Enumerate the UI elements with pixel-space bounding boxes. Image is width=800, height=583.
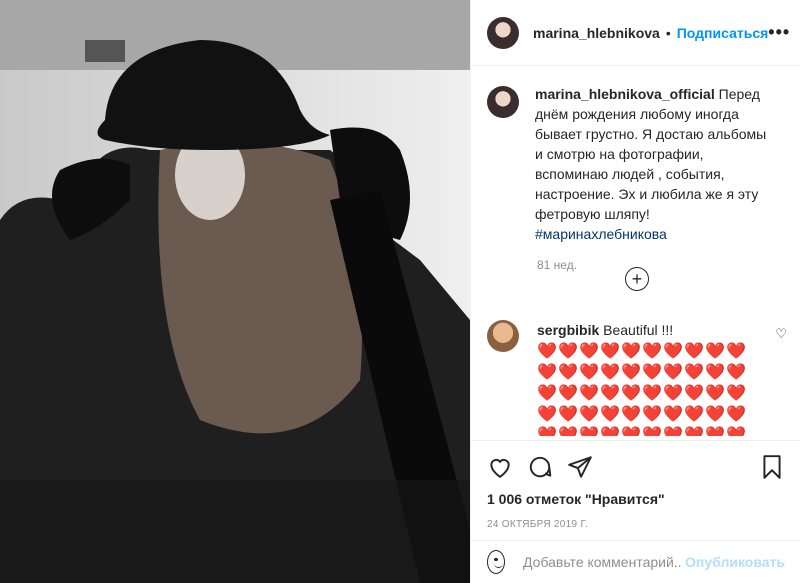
heart-icon[interactable] (487, 454, 513, 480)
header-separator: • (665, 24, 671, 41)
heart-emoji: ❤️ (621, 427, 641, 436)
heart-emoji: ❤️ (600, 385, 620, 402)
heart-emoji: ❤️ (663, 406, 683, 423)
caption-timestamp: 81 нед. (537, 258, 578, 272)
caption-text: Перед днём рождения любому иногда бывает… (535, 86, 767, 222)
post-header: marina_hlebnikova • Подписаться ••• (471, 0, 800, 66)
heart-emoji: ❤️ (600, 343, 620, 360)
caption-hashtag[interactable]: #маринахлебникова (535, 226, 667, 242)
caption: marina_hlebnikova_official Перед днём ро… (471, 66, 800, 244)
heart-emoji: ❤️ (579, 343, 599, 360)
bookmark-icon[interactable] (759, 454, 785, 480)
heart-emoji: ❤️ (705, 406, 725, 423)
post-photo-image (0, 0, 470, 583)
heart-emoji: ❤️ (663, 427, 683, 436)
heart-emoji: ❤️ (726, 343, 746, 360)
heart-emoji: ❤️ (684, 364, 704, 381)
heart-emoji: ❤️ (579, 406, 599, 423)
heart-emoji: ❤️ (663, 385, 683, 402)
comment-text: Beautiful !!! (603, 322, 674, 338)
comment-username[interactable]: sergbibik (537, 322, 599, 338)
heart-emoji: ❤️ (705, 364, 725, 381)
heart-emoji: ❤️ (621, 343, 641, 360)
heart-emoji: ❤️ (558, 406, 578, 423)
heart-emoji: ❤️ (600, 406, 620, 423)
post-date: 24 ОКТЯБРЯ 2019 Г. (487, 519, 589, 530)
heart-emoji: ❤️ (705, 385, 725, 402)
more-icon[interactable]: ••• (768, 22, 790, 43)
heart-emoji: ❤️ (642, 406, 662, 423)
heart-emoji: ❤️ (579, 427, 599, 436)
heart-emoji: ❤️ (705, 343, 725, 360)
emoji-icon[interactable] (487, 550, 506, 574)
heart-emoji: ❤️ (684, 385, 704, 402)
heart-emoji: ❤️ (537, 406, 557, 423)
comment-avatar[interactable] (487, 320, 519, 352)
heart-emoji: ❤️ (642, 385, 662, 402)
caption-username[interactable]: marina_hlebnikova_official (535, 86, 715, 102)
heart-emoji: ❤️ (684, 406, 704, 423)
heart-emoji: ❤️ (726, 427, 746, 436)
comment-like-icon[interactable]: ♡ (775, 326, 787, 436)
heart-emoji: ❤️ (600, 427, 620, 436)
heart-emoji: ❤️ (642, 343, 662, 360)
heart-emoji: ❤️ (663, 364, 683, 381)
heart-emoji: ❤️ (621, 406, 641, 423)
follow-button[interactable]: Подписаться (677, 25, 769, 41)
heart-emoji: ❤️ (579, 385, 599, 402)
post-actions-section: 1 006 отметок "Нравится" 24 ОКТЯБРЯ 2019… (471, 440, 800, 530)
heart-emoji: ❤️ (579, 364, 599, 381)
comment-icon[interactable] (527, 454, 553, 480)
comment-hearts: ❤️ ❤️ ❤️ ❤️ ❤️ ❤️ ❤️ ❤️ ❤️ ❤️ ❤️ ❤️ ❤️ ❤️ ❤️ ❤️ ❤️ ❤️ ❤️ ❤️… (537, 342, 747, 436)
heart-emoji: ❤️ (558, 364, 578, 381)
comment-input[interactable] (521, 553, 686, 571)
heart-emoji: ❤️ (642, 364, 662, 381)
likes-count[interactable]: 1 006 отметок "Нравится" (471, 481, 800, 507)
heart-emoji: ❤️ (642, 427, 662, 436)
heart-emoji: ❤️ (600, 364, 620, 381)
caption-text-block: marina_hlebnikova_official Перед днём ро… (535, 84, 775, 244)
heart-emoji: ❤️ (705, 427, 725, 436)
heart-emoji: ❤️ (537, 364, 557, 381)
heart-emoji: ❤️ (684, 343, 704, 360)
comment-item: sergbibik Beautiful !!! ❤️ ❤️ ❤️ ❤️ ❤️ ❤️ ❤️ ❤️… (487, 320, 787, 436)
post-panel: marina_hlebnikova • Подписаться ••• mari… (470, 0, 800, 583)
publish-button[interactable]: Опубликовать (685, 554, 785, 570)
caption-avatar[interactable] (487, 86, 519, 118)
add-comment-bar: Опубликовать (471, 540, 800, 583)
heart-emoji: ❤️ (558, 343, 578, 360)
heart-emoji: ❤️ (726, 385, 746, 402)
heart-emoji: ❤️ (621, 364, 641, 381)
post-photo (0, 0, 470, 583)
share-icon[interactable] (567, 454, 593, 480)
author-username[interactable]: marina_hlebnikova (533, 25, 660, 41)
heart-emoji: ❤️ (663, 343, 683, 360)
heart-emoji: ❤️ (537, 343, 557, 360)
action-bar (471, 441, 800, 481)
comment-body: sergbibik Beautiful !!! ❤️ ❤️ ❤️ ❤️ ❤️ ❤️ ❤️ ❤️… (537, 320, 747, 436)
heart-emoji: ❤️ (558, 427, 578, 436)
heart-emoji: ❤️ (684, 427, 704, 436)
heart-emoji: ❤️ (621, 385, 641, 402)
heart-emoji: ❤️ (726, 364, 746, 381)
heart-emoji: ❤️ (537, 385, 557, 402)
add-circle-icon[interactable]: + (625, 267, 649, 291)
author-avatar[interactable] (487, 16, 519, 49)
heart-emoji: ❤️ (558, 385, 578, 402)
heart-emoji: ❤️ (726, 406, 746, 423)
heart-emoji: ❤️ (537, 427, 557, 436)
